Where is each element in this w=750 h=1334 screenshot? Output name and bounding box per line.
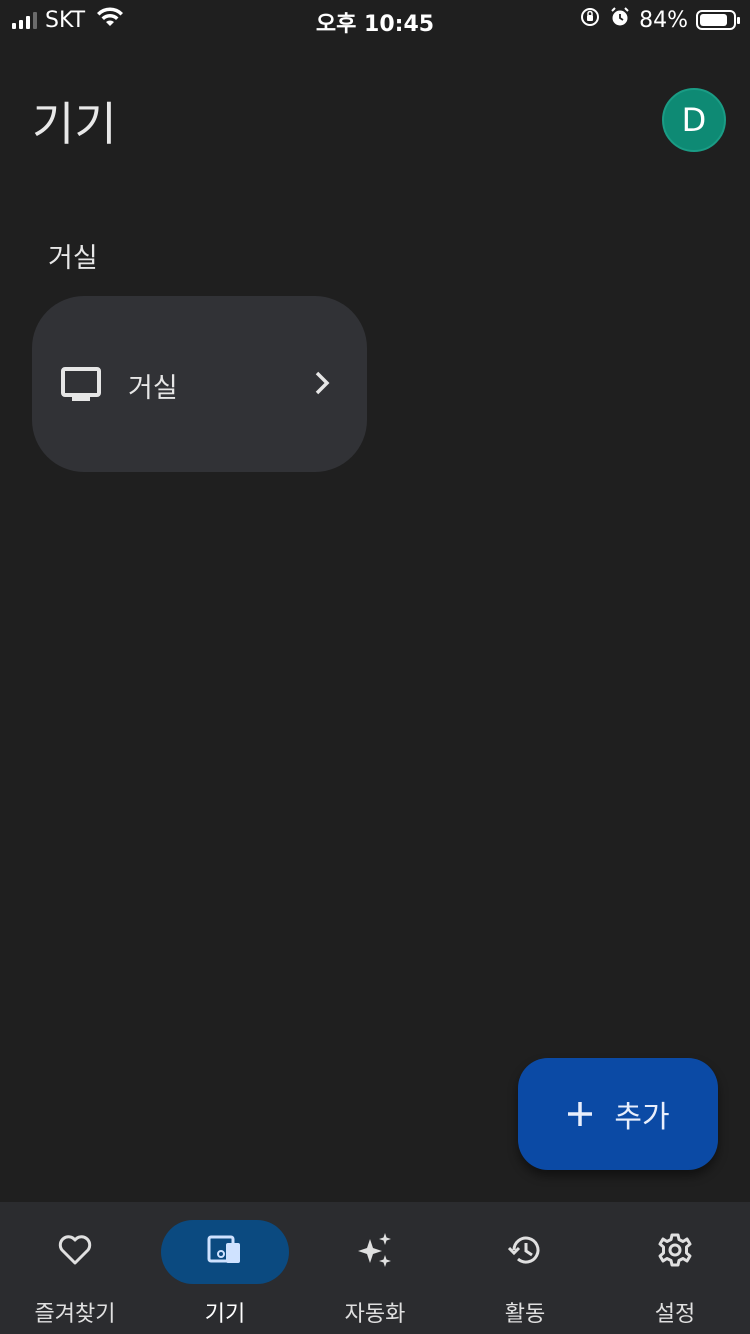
nav-item-automation[interactable]: 자동화 (300, 1202, 450, 1334)
sparkle-icon (356, 1231, 394, 1273)
nav-label-favorites: 즐겨찾기 (34, 1302, 116, 1327)
nav-item-activity[interactable]: 활동 (450, 1202, 600, 1334)
alarm-icon (609, 6, 631, 34)
battery-percent: 84% (639, 7, 688, 33)
section-title: 거실 (48, 243, 98, 274)
history-icon (507, 1232, 543, 1272)
nav-item-favorites[interactable]: 즐겨찾기 (0, 1202, 150, 1334)
devices-icon (206, 1233, 244, 1271)
gear-icon (657, 1232, 693, 1272)
chevron-right-icon (312, 370, 332, 400)
add-button[interactable]: 추가 (518, 1058, 718, 1170)
bottom-nav: 즐겨찾기 기기 자동화 활동 설정 (0, 1202, 750, 1334)
nav-item-devices[interactable]: 기기 (150, 1202, 300, 1334)
nav-label-activity: 활동 (504, 1302, 546, 1327)
plus-icon (566, 1092, 594, 1136)
add-button-label: 추가 (614, 1100, 670, 1135)
room-card-label: 거실 (128, 373, 178, 404)
status-right: 84% (579, 6, 740, 34)
nav-icon-container (161, 1220, 289, 1284)
rotation-lock-icon (579, 6, 601, 34)
nav-icon-container (11, 1220, 139, 1284)
nav-icon-container (311, 1220, 439, 1284)
room-card[interactable]: 거실 (32, 296, 367, 472)
battery-icon (696, 10, 740, 30)
nav-icon-container (461, 1220, 589, 1284)
page-title: 기기 (32, 97, 117, 151)
nav-icon-container (611, 1220, 739, 1284)
nav-label-settings: 설정 (654, 1302, 696, 1327)
nav-label-devices: 기기 (204, 1302, 246, 1327)
heart-icon (57, 1234, 93, 1270)
nav-label-automation: 자동화 (344, 1302, 406, 1327)
status-bar: SKT 오후 10:45 84% (0, 0, 750, 40)
avatar[interactable]: D (662, 88, 726, 152)
tv-icon (60, 366, 102, 408)
nav-item-settings[interactable]: 설정 (600, 1202, 750, 1334)
